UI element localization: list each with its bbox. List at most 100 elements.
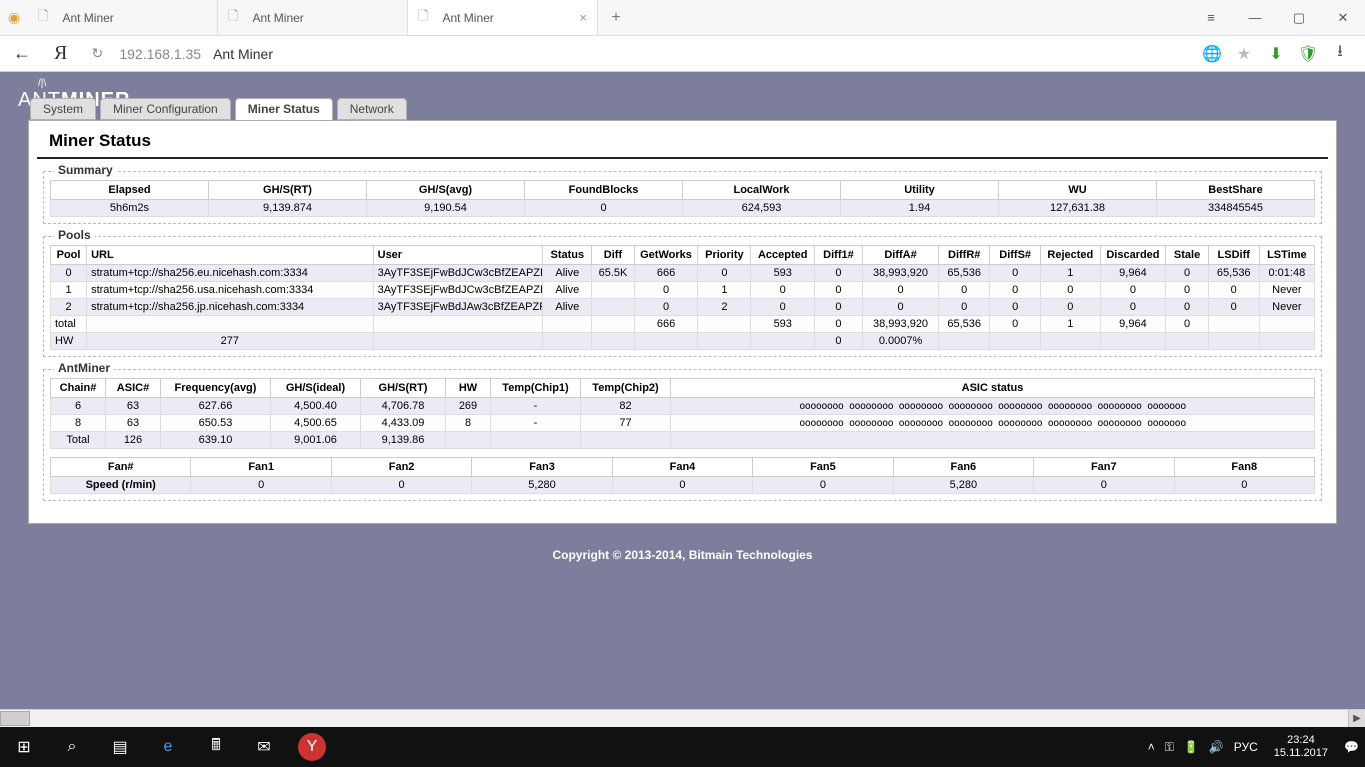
new-tab-button[interactable]: + — [598, 0, 634, 35]
tab-miner-status[interactable]: Miner Status — [235, 98, 333, 120]
scrollbar-thumb[interactable] — [0, 711, 30, 726]
cell: 0 — [815, 299, 863, 316]
column-header: Diff — [592, 246, 634, 265]
table-row: 863650.534,500.654,433.098-77oooooooo oo… — [51, 415, 1315, 432]
cell: 593 — [751, 316, 815, 333]
yandex-browser-icon[interactable]: Y — [298, 733, 326, 761]
calculator-icon[interactable]: 🖩 — [192, 727, 240, 767]
translate-icon[interactable]: 🌐 — [1201, 44, 1223, 64]
cell: 1 — [51, 282, 87, 299]
minimize-button[interactable]: — — [1233, 0, 1277, 36]
cell — [592, 316, 634, 333]
download-arrow-icon[interactable]: ⬇ — [1265, 44, 1287, 64]
cell: 1.94 — [841, 200, 999, 217]
cell: 0 — [331, 477, 471, 494]
scrollbar-right-button[interactable]: ▶ — [1348, 710, 1365, 727]
cell — [373, 333, 543, 350]
tab-title: Ant Miner — [62, 11, 113, 25]
tab-miner-configuration[interactable]: Miner Configuration — [100, 98, 231, 120]
edge-icon[interactable]: e — [144, 727, 192, 767]
tab-network[interactable]: Network — [337, 98, 407, 120]
cell: 0 — [990, 265, 1041, 282]
cell: 0 — [1034, 477, 1174, 494]
antminer-table: Chain#ASIC#Frequency(avg)GH/S(ideal)GH/S… — [50, 378, 1315, 449]
cell — [990, 333, 1041, 350]
cell: - — [491, 415, 581, 432]
taskbar-clock[interactable]: 23:24 15.11.2017 — [1268, 734, 1334, 760]
antminer-section: AntMiner Chain#ASIC#Frequency(avg)GH/S(i… — [43, 369, 1322, 501]
mail-icon[interactable]: ✉ — [240, 727, 288, 767]
close-tab-icon[interactable]: × — [579, 10, 587, 25]
cell: 8 — [446, 415, 491, 432]
column-header: Temp(Chip1) — [491, 379, 581, 398]
back-button[interactable]: ← — [8, 40, 36, 68]
language-indicator[interactable]: РУС — [1234, 740, 1258, 754]
volume-icon[interactable]: 🔊 — [1209, 740, 1224, 754]
column-header: GH/S(avg) — [367, 181, 525, 200]
column-header: Priority — [698, 246, 751, 265]
fans-table: Fan#Fan1Fan2Fan3Fan4Fan5Fan6Fan7Fan8 Spe… — [50, 457, 1315, 494]
column-header: DiffA# — [862, 246, 938, 265]
cell: 0 — [815, 316, 863, 333]
cell — [373, 316, 543, 333]
task-view-icon[interactable]: ▤ — [96, 727, 144, 767]
menu-icon[interactable]: ≡ — [1189, 0, 1233, 36]
cell — [698, 333, 751, 350]
column-header: DiffS# — [990, 246, 1041, 265]
browser-profile-icon[interactable]: ◉ — [0, 0, 28, 35]
yandex-logo-icon[interactable]: Я — [46, 42, 75, 65]
document-icon: 🗋 — [228, 7, 238, 29]
cell: 639.10 — [161, 432, 271, 449]
cell: 63 — [106, 398, 161, 415]
total-row: total666593038,993,92065,536019,9640 — [51, 316, 1315, 333]
cell — [1100, 333, 1166, 350]
pools-legend: Pools — [54, 228, 95, 242]
cell: 0 — [815, 333, 863, 350]
cell — [543, 333, 592, 350]
column-header: Pool — [51, 246, 87, 265]
browser-tab-0[interactable]: 🗋 Ant Miner — [28, 0, 218, 35]
cell: 0 — [753, 477, 893, 494]
cell: - — [491, 398, 581, 415]
cell: 4,500.40 — [271, 398, 361, 415]
cell: 127,631.38 — [999, 200, 1157, 217]
cell: stratum+tcp://sha256.jp.nicehash.com:333… — [87, 299, 374, 316]
cell: 3AyTF3SEjFwBdJCw3cBfZEAPZPSCYW — [373, 282, 543, 299]
address-bar-row: ← Я ↻ 192.168.1.35 Ant Miner 🌐 ★ ⬇ 🛡 ⭳ — [0, 36, 1365, 72]
start-button[interactable]: ⊞ — [0, 727, 48, 767]
address-bar[interactable]: 192.168.1.35 Ant Miner — [119, 46, 1191, 62]
cell: 0 — [698, 265, 751, 282]
shield-icon[interactable]: 🛡 — [1297, 44, 1319, 64]
column-header: Fan8 — [1174, 458, 1315, 477]
battery-icon[interactable]: 🔋 — [1184, 740, 1199, 754]
notifications-icon[interactable]: 💬 — [1344, 740, 1359, 754]
cell: 0 — [1174, 477, 1315, 494]
column-header: LSTime — [1259, 246, 1314, 265]
refresh-button[interactable]: ↻ — [85, 45, 109, 62]
tab-system[interactable]: System — [30, 98, 96, 120]
cell — [592, 333, 634, 350]
cell: 624,593 — [683, 200, 841, 217]
wifi-icon[interactable]: ⚿ — [1165, 740, 1174, 755]
content-panel: Miner Status Summary ElapsedGH/S(RT)GH/S… — [28, 120, 1337, 524]
cell: stratum+tcp://sha256.eu.nicehash.com:333… — [87, 265, 374, 282]
column-header: ASIC status — [671, 379, 1315, 398]
search-icon[interactable]: ⌕ — [48, 727, 96, 767]
document-icon: 🗋 — [38, 7, 48, 29]
horizontal-scrollbar[interactable]: ▶ — [0, 709, 1365, 727]
bookmark-icon[interactable]: ★ — [1233, 44, 1255, 64]
cell: 0 — [191, 477, 331, 494]
cell: HW — [51, 333, 87, 350]
downloads-icon[interactable]: ⭳ — [1329, 40, 1351, 67]
cell — [592, 282, 634, 299]
browser-tab-1[interactable]: 🗋 Ant Miner — [218, 0, 408, 35]
close-window-button[interactable]: ✕ — [1321, 0, 1365, 36]
cell — [1259, 333, 1314, 350]
maximize-button[interactable]: ▢ — [1277, 0, 1321, 36]
column-header: GH/S(ideal) — [271, 379, 361, 398]
browser-tab-2[interactable]: 🗋 Ant Miner × — [408, 0, 598, 35]
cell: 9,001.06 — [271, 432, 361, 449]
tray-chevron-icon[interactable]: ˄ — [1148, 740, 1155, 754]
column-header: GH/S(RT) — [361, 379, 446, 398]
cell — [446, 432, 491, 449]
